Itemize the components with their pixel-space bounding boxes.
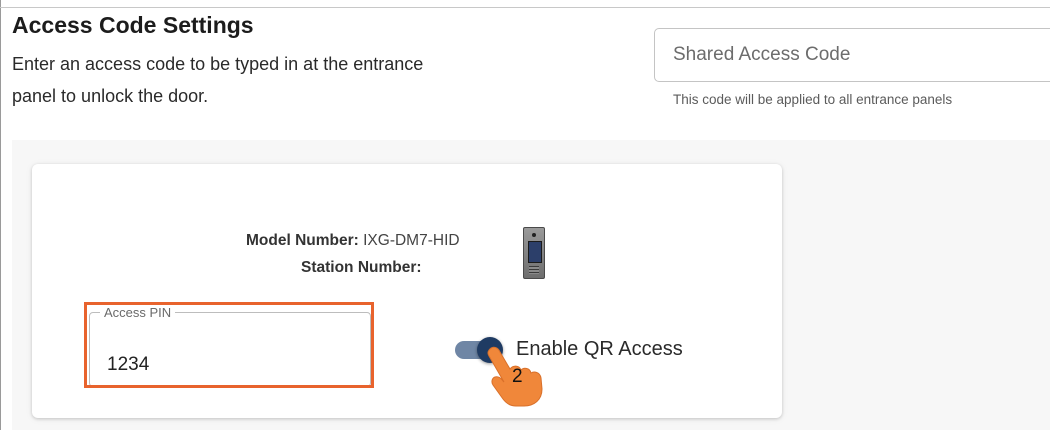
model-number-label: Model Number: [246, 232, 359, 249]
window-left-border [0, 0, 1, 430]
shared-access-code-input[interactable] [654, 28, 1050, 82]
access-pin-field: Access PIN [89, 305, 371, 387]
page-description: Enter an access code to be typed in at t… [12, 54, 424, 106]
entrance-panel-device-icon [523, 227, 545, 279]
shared-access-code-helper: This code will be applied to all entranc… [673, 92, 953, 107]
qr-access-toggle[interactable] [455, 337, 505, 363]
station-number-label: Station Number: [301, 259, 422, 276]
model-number-row: Model Number: IXG-DM7-HID [246, 232, 460, 250]
qr-access-label: Enable QR Access [516, 338, 683, 360]
toggle-thumb [477, 337, 503, 363]
access-pin-label: Access PIN [104, 305, 172, 320]
station-number-row: Station Number: [301, 259, 422, 277]
page-title: Access Code Settings [12, 12, 254, 38]
window-top-border [0, 7, 1050, 8]
step-number: 2 [512, 366, 523, 387]
model-number-value: IXG-DM7-HID [363, 232, 460, 249]
access-pin-input[interactable] [107, 354, 347, 376]
